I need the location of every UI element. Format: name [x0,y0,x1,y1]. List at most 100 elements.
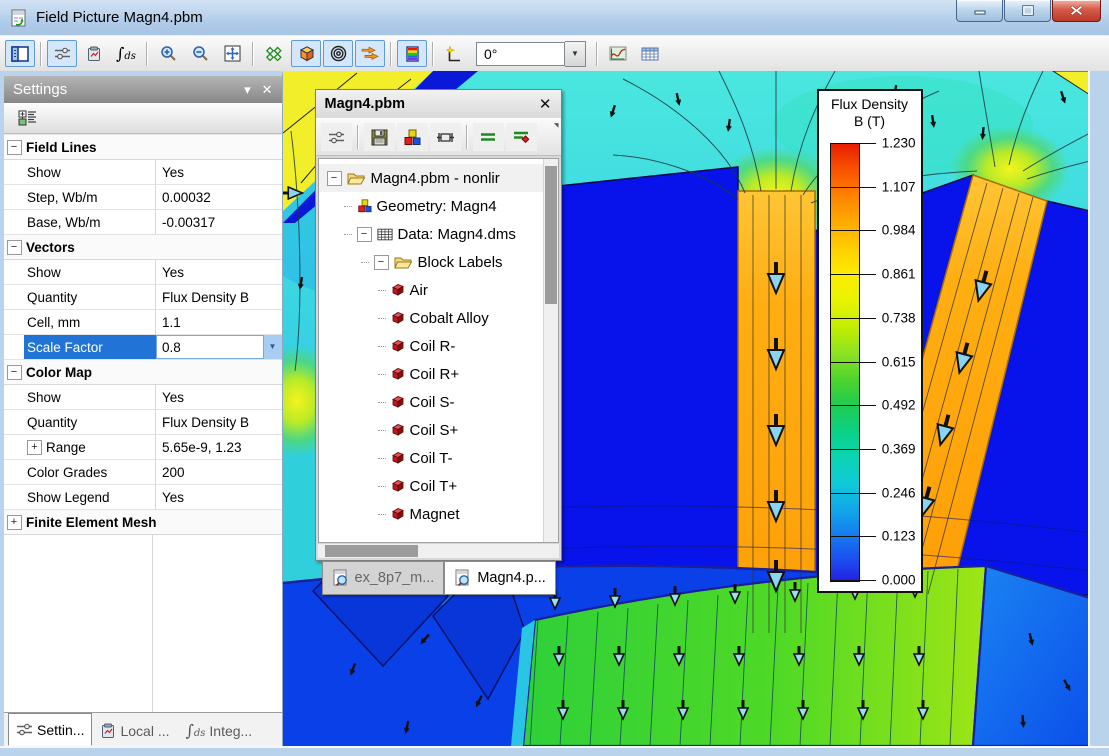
close-icon[interactable]: ✕ [539,95,552,113]
tree-item-cobalt-alloy[interactable]: Cobalt Alloy [319,304,543,332]
property-row[interactable]: QuantityFlux Density B [4,410,282,435]
tab-local-[interactable]: Local ... [92,716,177,746]
tree-item-coil-t-[interactable]: Coil T+ [319,472,543,500]
zoom-extents-button[interactable] [217,40,247,67]
property-row[interactable]: Show LegendYes [4,485,282,510]
property-value[interactable]: Yes [156,160,282,184]
zoom-out-button[interactable] [185,40,215,67]
contour-lines-button[interactable] [323,40,353,67]
panel-toggle-button[interactable] [5,40,35,67]
property-value[interactable]: 1.1 [156,310,282,334]
collapse-icon[interactable]: − [357,227,372,242]
maximize-button[interactable] [1004,0,1051,22]
color-map-button[interactable] [397,40,427,67]
property-value[interactable]: 5.65e-9, 1.23 [156,435,282,459]
tree-item-data-magn4-dms[interactable]: −Data: Magn4.dms [319,220,543,248]
close-icon[interactable]: ✕ [262,82,273,98]
mesh-button[interactable] [259,40,289,67]
collapse-icon[interactable]: − [327,171,342,186]
expand-icon[interactable]: + [27,440,42,455]
property-value[interactable]: Yes [156,260,282,284]
property-value[interactable]: Yes [156,385,282,409]
contour-point-button[interactable] [506,123,537,151]
probe-angle-button[interactable] [439,40,469,67]
block-label-icon [391,451,405,465]
property-group-row[interactable]: −Vectors [4,235,282,260]
close-button[interactable] [1052,0,1101,22]
save-button[interactable] [364,123,395,151]
value-dropdown-button[interactable]: ▼ [263,335,282,359]
property-group-row[interactable]: +Finite Element Mesh [4,510,282,535]
settings-sliders-button[interactable] [47,40,77,67]
vector-arrows-button[interactable] [355,40,385,67]
legend-tick-label: 0.861 [864,267,916,282]
tool-window-titlebar[interactable]: Magn4.pbm ✕ [316,90,561,118]
tree-item-magnet[interactable]: Magnet [319,500,543,528]
tree-item-coil-s-[interactable]: Coil S- [319,388,543,416]
tree-item-coil-t-[interactable]: Coil T- [319,444,543,472]
tree-item-coil-s-[interactable]: Coil S+ [319,416,543,444]
property-value[interactable]: -0.00317 [156,210,282,234]
tree-item-block-labels[interactable]: −Block Labels [319,248,543,276]
tab-settin-[interactable]: Settin... [8,713,92,746]
minimize-button[interactable] [956,0,1003,22]
toolbar-overflow-icon[interactable]: ◥ [554,122,559,129]
titlebar[interactable]: Field Picture Magn4.pbm [0,0,1109,35]
3d-view-button[interactable] [291,40,321,67]
contour-compare-button[interactable] [473,123,504,151]
collapse-icon[interactable]: − [7,240,22,255]
angle-combobox-value[interactable]: 0° [476,42,565,66]
property-row[interactable]: ShowYes [4,260,282,285]
combobox-dropdown-button[interactable]: ▼ [565,41,586,67]
copy-picture-button[interactable] [79,40,109,67]
scrollbar-thumb[interactable] [545,166,557,304]
property-row[interactable]: Cell, mm1.1 [4,310,282,335]
property-value[interactable]: 0.8▼ [156,335,282,359]
tree-item-coil-r-[interactable]: Coil R+ [319,360,543,388]
collapse-icon[interactable]: − [7,140,22,155]
tree-item-geometry-magn4[interactable]: Geometry: Magn4 [319,192,543,220]
collapse-icon[interactable]: − [7,365,22,380]
property-row[interactable]: Scale Factor0.8▼ [4,335,282,360]
circuit-button[interactable] [430,123,461,151]
property-row[interactable]: Base, Wb/m-0.00317 [4,210,282,235]
field-picture-viewport[interactable]: Flux Density B (T) 1.2301.1070.9840.8610… [283,71,1089,746]
xy-plot-button[interactable] [603,40,633,67]
angle-combobox[interactable]: 0°▼ [476,41,586,67]
table-button[interactable] [635,40,665,67]
zoom-in-button[interactable] [153,40,183,67]
collapse-icon[interactable]: − [374,255,389,270]
document-tab-ex-8p7-m-[interactable]: ex_8p7_m... [322,561,445,595]
settings-panel-header[interactable]: Settings ▾✕ [4,76,282,103]
tree-item-magn4-pbm-nonlir[interactable]: −Magn4.pbm - nonlir [319,164,543,192]
property-row[interactable]: Color Grades200 [4,460,282,485]
property-group-row[interactable]: −Field Lines [4,135,282,160]
property-row[interactable]: ShowYes [4,160,282,185]
property-row[interactable]: Step, Wb/m0.00032 [4,185,282,210]
integral-button[interactable]: ∫ds [111,40,141,67]
model-tree: −Magn4.pbm - nonlirGeometry: Magn4−Data:… [319,159,543,542]
tree-item-coil-r-[interactable]: Coil R- [319,332,543,360]
property-value[interactable]: 0.00032 [156,185,282,209]
model-tool-window[interactable]: Magn4.pbm ✕ ◥ −Magn4.pbm - nonlirGeometr… [315,89,562,561]
property-value[interactable]: Flux Density B [156,410,282,434]
settings-sliders-button[interactable] [321,123,352,151]
tree-item-air[interactable]: Air [319,276,543,304]
property-row[interactable]: ShowYes [4,385,282,410]
document-tab-magn4-p-[interactable]: Magn4.p... [444,561,556,595]
settings-panel-tabs: Settin...Local ...∫dsInteg... [4,712,282,746]
blocks-button[interactable] [397,123,428,151]
property-row[interactable]: QuantityFlux Density B [4,285,282,310]
tree-horizontal-scrollbar[interactable] [318,544,559,558]
property-value[interactable]: Flux Density B [156,285,282,309]
chevron-down-icon[interactable]: ▾ [244,82,251,98]
property-row[interactable]: +Range5.65e-9, 1.23 [4,435,282,460]
category-view-button[interactable] [13,105,43,132]
scrollbar-thumb[interactable] [325,545,418,557]
property-value[interactable]: 200 [156,460,282,484]
tab-integ-[interactable]: ∫dsInteg... [178,716,261,746]
tree-vertical-scrollbar[interactable] [543,159,558,542]
property-group-row[interactable]: −Color Map [4,360,282,385]
expand-icon[interactable]: + [7,515,22,530]
property-value[interactable]: Yes [156,485,282,509]
